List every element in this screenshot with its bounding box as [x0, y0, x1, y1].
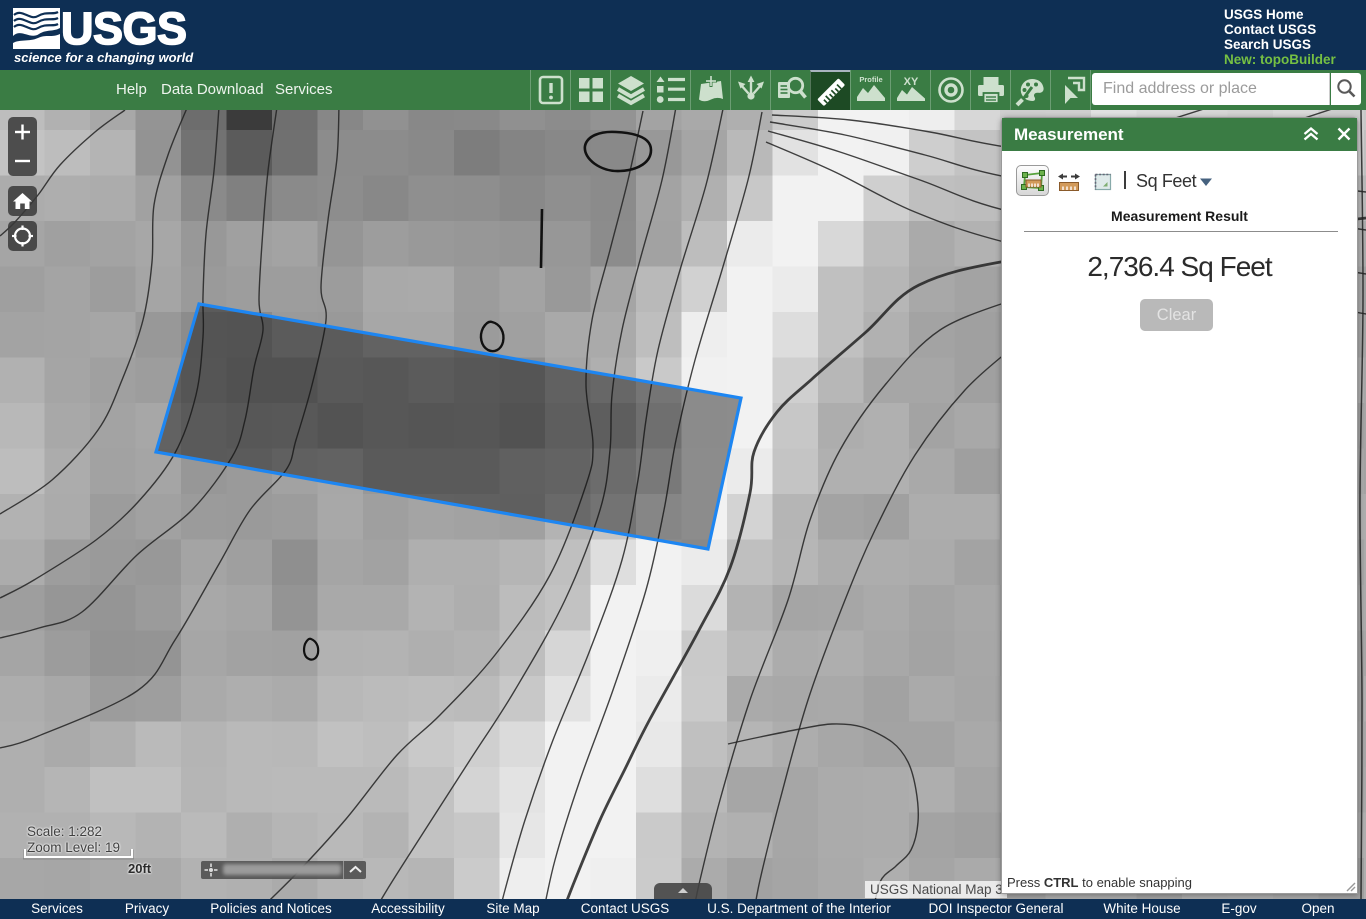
- svg-text:Profile: Profile: [859, 75, 882, 84]
- svg-text:USGS: USGS: [61, 3, 187, 54]
- svg-text:science for a changing world: science for a changing world: [14, 50, 194, 65]
- svg-text:XY: XY: [904, 76, 919, 88]
